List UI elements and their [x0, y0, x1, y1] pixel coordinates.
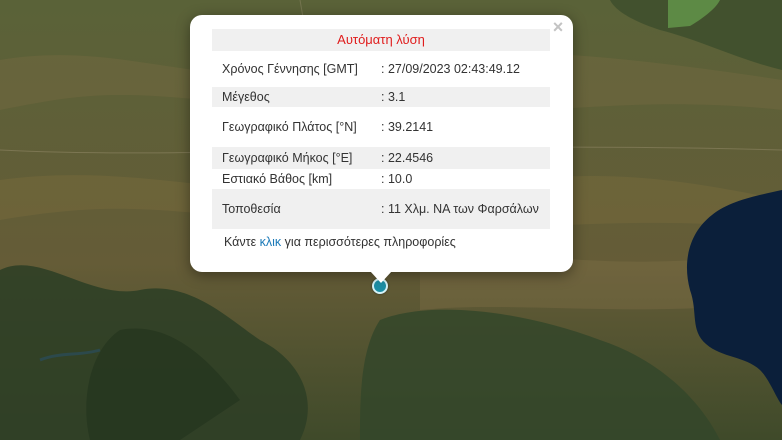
earthquake-details-table: Αυτόματη λύση Χρόνος Γέννησης [GMT] : 27… — [212, 29, 550, 229]
magnitude-label: Μέγεθος — [212, 87, 381, 107]
longitude-label: Γεωγραφικό Μήκος [°E] — [212, 147, 381, 169]
footer-suffix: για περισσότερες πληροφορίες — [281, 235, 456, 249]
location-label: Τοποθεσία — [212, 189, 381, 229]
depth-value: : 10.0 — [381, 172, 413, 186]
more-info-text: Κάντε κλικ για περισσότερες πληροφορίες — [224, 235, 456, 249]
close-icon[interactable]: × — [549, 18, 567, 36]
earthquake-info-popup: × Αυτόματη λύση Χρόνος Γέννησης [GMT] : … — [190, 15, 573, 283]
footer-prefix: Κάντε — [224, 235, 260, 249]
popup-title: Αυτόματη λύση — [212, 29, 550, 51]
magnitude-value: : 3.1 — [381, 87, 550, 107]
location-value: : 11 Χλμ. ΝΑ των Φαρσάλων — [381, 189, 550, 229]
longitude-value: : 22.4546 — [381, 147, 550, 169]
latitude-value: : 39.2141 — [381, 120, 434, 134]
origin-time-label: Χρόνος Γέννησης [GMT] — [222, 62, 358, 76]
popup-pointer — [370, 271, 392, 283]
depth-label: Εστιακό Βάθος [km] — [222, 172, 333, 186]
latitude-label: Γεωγραφικό Πλάτος [°N] — [222, 120, 357, 134]
origin-time-value: : 27/09/2023 02:43:49.12 — [381, 62, 521, 76]
more-info-link[interactable]: κλικ — [260, 235, 282, 249]
